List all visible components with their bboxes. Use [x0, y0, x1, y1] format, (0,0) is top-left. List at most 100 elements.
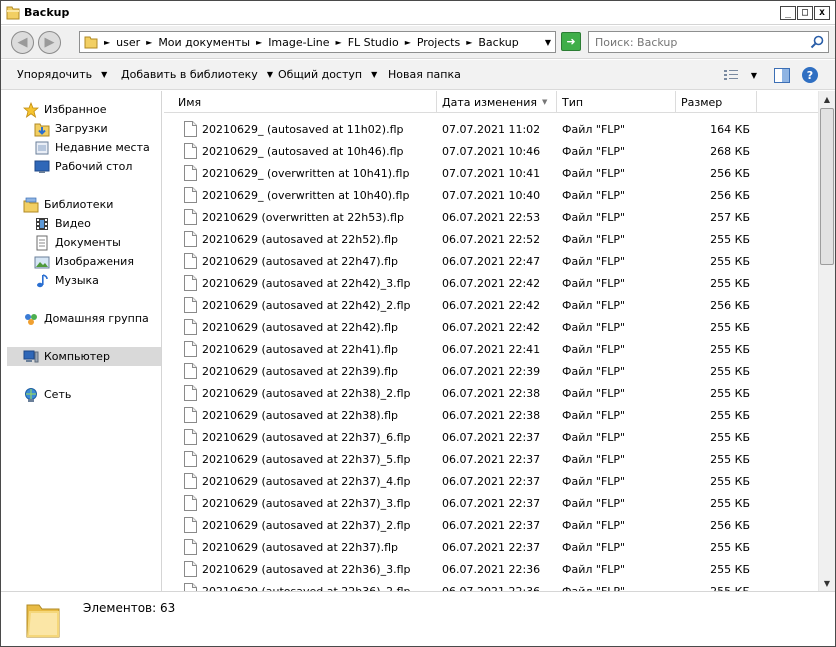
file-row[interactable]: 20210629 (autosaved at 22h39).flp 06.07.2… — [164, 361, 818, 383]
file-row[interactable]: 20210629 (autosaved at 22h37)_5.flp 06.07… — [164, 449, 818, 471]
sidebar-item-recent-places[interactable]: Недавние места — [34, 138, 161, 157]
file-row[interactable]: 20210629 (autosaved at 22h37).flp 06.07.2… — [164, 537, 818, 559]
add-to-library-label: Добавить в библиотеку — [121, 68, 258, 81]
breadcrumb-separator-icon[interactable]: ► — [336, 38, 342, 47]
file-icon — [184, 231, 197, 247]
sidebar-item-homegroup[interactable]: Домашняя группа — [23, 309, 161, 328]
breadcrumb-separator-icon[interactable]: ► — [104, 38, 110, 47]
help-button[interactable]: ? — [801, 66, 819, 84]
breadcrumb-separator-icon[interactable]: ► — [256, 38, 262, 47]
help-icon: ? — [802, 67, 818, 83]
forward-button[interactable]: ▶ — [38, 31, 61, 54]
file-size: 255 КБ — [710, 365, 750, 378]
view-dropdown-button[interactable]: ▼ — [748, 66, 760, 84]
sidebar-item-documents[interactable]: Документы — [34, 233, 161, 252]
sidebar-item-downloads[interactable]: Загрузки — [34, 119, 161, 138]
column-header-type[interactable]: Тип — [557, 91, 676, 113]
file-icon — [184, 517, 197, 533]
file-type: Файл "FLP" — [562, 167, 626, 180]
desktop-icon — [34, 160, 50, 173]
file-row[interactable]: 20210629 (autosaved at 22h36)_2.flp06.07… — [164, 581, 818, 591]
sidebar-item-desktop[interactable]: Рабочий стол — [34, 157, 161, 176]
file-date: 07.07.2021 10:41 — [442, 167, 541, 180]
column-headers: Имя Дата изменения ▼ Тип Размер — [164, 91, 818, 113]
new-folder-button[interactable]: Новая папка — [388, 68, 461, 81]
file-row[interactable]: 20210629_ (autosaved at 10h46).flp 07.07.… — [164, 141, 818, 163]
scroll-thumb[interactable] — [820, 108, 834, 265]
breadcrumb-separator-icon[interactable]: ► — [405, 38, 411, 47]
pictures-icon — [34, 256, 50, 268]
file-type: Файл "FLP" — [562, 541, 626, 554]
sort-descending-icon: ▼ — [541, 98, 548, 106]
breadcrumb-my-documents[interactable]: Мои документы — [158, 36, 250, 49]
address-bar[interactable]: ► user ► Мои документы ► Image-Line ► FL… — [79, 31, 556, 53]
search-input[interactable] — [589, 32, 807, 52]
column-header-size[interactable]: Размер — [676, 91, 757, 113]
view-options-button[interactable] — [722, 66, 740, 84]
breadcrumb-image-line[interactable]: Image-Line — [268, 36, 329, 49]
file-row[interactable]: 20210629 (autosaved at 22h42).flp 06.07.2… — [164, 317, 818, 339]
breadcrumb-fl-studio[interactable]: FL Studio — [348, 36, 399, 49]
file-row[interactable]: 20210629 (autosaved at 22h38).flp 06.07.2… — [164, 405, 818, 427]
file-type: Файл "FLP" — [562, 189, 626, 202]
libraries-icon — [23, 197, 39, 212]
file-icon — [184, 363, 197, 379]
search-icon[interactable] — [810, 35, 824, 49]
maximize-button[interactable]: □ — [797, 6, 813, 20]
minimize-button[interactable]: _ — [780, 6, 796, 20]
back-button[interactable]: ◀ — [11, 31, 34, 54]
file-row[interactable]: 20210629_ (autosaved at 11h02).flp 07.07.… — [164, 119, 818, 141]
chevron-down-icon[interactable]: ▼ — [545, 38, 551, 47]
file-row[interactable]: 20210629 (autosaved at 22h37)_3.flp 06.07… — [164, 493, 818, 515]
minimize-icon: _ — [784, 7, 792, 18]
organize-menu-button[interactable]: Упорядочить ▼ — [17, 68, 107, 81]
network-icon — [25, 387, 37, 402]
sidebar-item-computer[interactable]: Компьютер — [7, 347, 161, 366]
breadcrumb-backup[interactable]: Backup — [478, 36, 518, 49]
scroll-down-button[interactable]: ▼ — [819, 575, 835, 591]
vertical-scrollbar[interactable]: ▲ ▼ — [818, 91, 835, 591]
breadcrumb-separator-icon[interactable]: ► — [466, 38, 472, 47]
breadcrumb-projects[interactable]: Projects — [417, 36, 460, 49]
file-row[interactable]: 20210629 (autosaved at 22h52).flp 06.07.2… — [164, 229, 818, 251]
file-row[interactable]: 20210629 (overwritten at 22h53).flp 06.07… — [164, 207, 818, 229]
file-row[interactable]: 20210629 (autosaved at 22h41).flp 06.07.2… — [164, 339, 818, 361]
sidebar-item-label: Рабочий стол — [55, 160, 133, 173]
file-row[interactable]: 20210629 (autosaved at 22h36)_3.flp 06.07… — [164, 559, 818, 581]
sidebar-item-network[interactable]: Сеть — [23, 385, 161, 404]
preview-pane-icon — [774, 67, 790, 83]
file-size: 255 КБ — [710, 321, 750, 334]
file-icon — [184, 121, 197, 137]
file-row[interactable]: 20210629 (autosaved at 22h37)_4.flp 06.07… — [164, 471, 818, 493]
column-header-date[interactable]: Дата изменения ▼ — [437, 91, 557, 113]
file-row[interactable]: 20210629 (autosaved at 22h42)_2.flp 06.07… — [164, 295, 818, 317]
preview-pane-button[interactable] — [773, 66, 791, 84]
file-size: 255 КБ — [710, 475, 750, 488]
breadcrumb-user[interactable]: user — [116, 36, 140, 49]
sidebar-item-libraries[interactable]: Библиотеки — [23, 195, 161, 214]
column-header-name[interactable]: Имя — [173, 91, 437, 113]
file-row[interactable]: 20210629 (autosaved at 22h38)_2.flp 06.07… — [164, 383, 818, 405]
item-count: Элементов: 63 — [83, 601, 176, 615]
close-button[interactable]: x — [814, 6, 830, 20]
breadcrumb-separator-icon[interactable]: ► — [146, 38, 152, 47]
sidebar-item-video[interactable]: Видео — [34, 214, 161, 233]
refresh-button[interactable]: ➜ — [561, 32, 581, 51]
add-to-library-button[interactable]: Добавить в библиотеку ▼ — [121, 68, 273, 81]
breadcrumb: ► user ► Мои документы ► Image-Line ► FL… — [102, 36, 519, 49]
file-date: 06.07.2021 22:37 — [442, 541, 541, 554]
file-row[interactable]: 20210629_ (overwritten at 10h41).flp 07.0… — [164, 163, 818, 185]
sidebar-item-favorites[interactable]: Избранное — [23, 100, 161, 119]
file-row[interactable]: 20210629 (autosaved at 22h47).flp 06.07.2… — [164, 251, 818, 273]
sidebar-item-pictures[interactable]: Изображения — [34, 252, 161, 271]
file-row[interactable]: 20210629 (autosaved at 22h42)_3.flp 06.07… — [164, 273, 818, 295]
file-icon — [184, 341, 197, 357]
scroll-up-button[interactable]: ▲ — [819, 91, 835, 107]
file-row[interactable]: 20210629_ (overwritten at 10h40).flp 07.0… — [164, 185, 818, 207]
file-date: 06.07.2021 22:47 — [442, 255, 541, 268]
sidebar-item-music[interactable]: Музыка — [34, 271, 161, 290]
command-bar: Упорядочить ▼ Добавить в библиотеку ▼ Об… — [1, 60, 835, 90]
share-button[interactable]: Общий доступ ▼ — [278, 68, 377, 81]
file-row[interactable]: 20210629 (autosaved at 22h37)_2.flp 06.07… — [164, 515, 818, 537]
file-row[interactable]: 20210629 (autosaved at 22h37)_6.flp 06.07… — [164, 427, 818, 449]
